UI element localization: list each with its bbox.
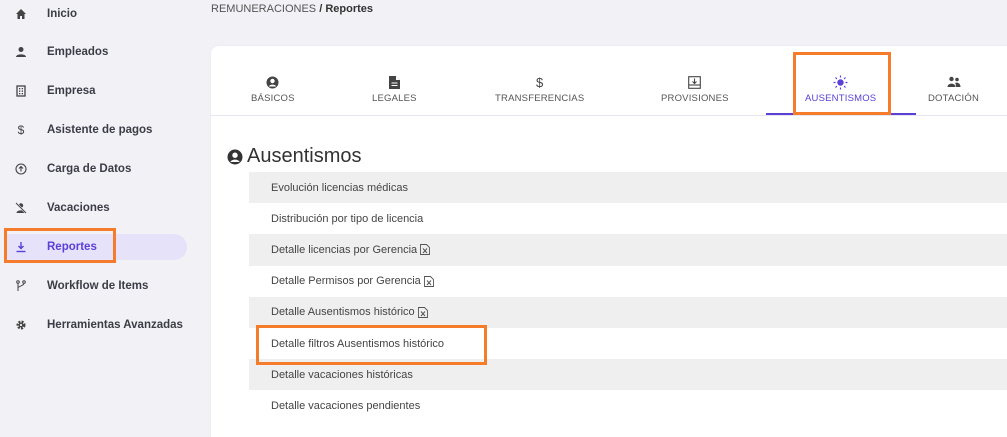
sidebar-item-label: Inicio xyxy=(47,8,78,20)
excel-icon[interactable] xyxy=(420,244,431,256)
report-label: Detalle Ausentismos histórico xyxy=(271,306,415,319)
branch-icon xyxy=(14,279,28,293)
archive-download-icon xyxy=(688,74,702,90)
reports-card: BÁSICOS LEGALES $ TRANSFERENCIAS PROVISI… xyxy=(211,46,1007,437)
home-icon xyxy=(14,7,28,21)
building-icon xyxy=(14,84,28,98)
report-item[interactable]: Evolución licencias médicas xyxy=(249,172,1007,204)
report-list: Evolución licencias médicas Distribución… xyxy=(249,172,1007,422)
tab-label: PROVISIONES xyxy=(661,93,729,104)
breadcrumb-separator: / xyxy=(319,3,323,15)
sidebar-item-label: Reportes xyxy=(47,241,97,253)
sidebar-item-herramientas-avanzadas[interactable]: Herramientas Avanzadas xyxy=(6,312,187,338)
tab-bar: BÁSICOS LEGALES $ TRANSFERENCIAS PROVISI… xyxy=(211,46,1007,116)
user-circle-icon xyxy=(227,149,243,165)
tab-label: BÁSICOS xyxy=(251,93,295,104)
tab-legales[interactable]: LEGALES xyxy=(372,74,417,116)
gear-icon xyxy=(14,318,28,332)
tab-ausentismos[interactable]: AUSENTISMOS xyxy=(805,74,876,116)
sidebar-item-carga-de-datos[interactable]: Carga de Datos xyxy=(6,156,187,182)
dollar-icon: $ xyxy=(17,123,25,137)
report-label: Detalle filtros Ausentismos histórico xyxy=(271,337,445,350)
report-label: Evolución licencias médicas xyxy=(271,181,408,194)
excel-icon[interactable] xyxy=(417,306,428,318)
file-icon xyxy=(388,74,400,90)
upload-circle-icon xyxy=(14,162,28,176)
users-icon xyxy=(947,74,961,90)
report-item[interactable]: Detalle Permisos por Gerencia xyxy=(249,265,1007,297)
sidebar: Inicio Empleados Empresa $ Asistente de … xyxy=(0,0,200,437)
sidebar-item-inicio[interactable]: Inicio xyxy=(6,1,187,27)
sidebar-item-label: Empleados xyxy=(47,46,109,58)
sidebar-item-label: Herramientas Avanzadas xyxy=(47,319,183,331)
tab-label: AUSENTISMOS xyxy=(805,93,877,104)
excel-icon[interactable] xyxy=(423,275,434,287)
sidebar-item-label: Vacaciones xyxy=(47,202,110,214)
report-item[interactable]: Distribución por tipo de licencia xyxy=(249,203,1007,235)
person-icon xyxy=(14,45,28,59)
sidebar-item-label: Asistente de pagos xyxy=(47,124,153,136)
breadcrumb-current: Reportes xyxy=(325,3,373,15)
person-off-icon xyxy=(14,201,28,215)
report-item[interactable]: Detalle filtros Ausentismos histórico xyxy=(249,327,1007,360)
report-item[interactable]: Detalle vacaciones pendientes xyxy=(249,390,1007,422)
sidebar-item-vacaciones[interactable]: Vacaciones xyxy=(6,195,187,221)
tab-transferencias[interactable]: $ TRANSFERENCIAS xyxy=(495,74,584,116)
sidebar-item-empleados[interactable]: Empleados xyxy=(6,39,187,65)
tab-label: DOTACIÓN xyxy=(928,93,980,104)
sidebar-item-asistente-de-pagos[interactable]: $ Asistente de pagos xyxy=(6,117,187,143)
tab-label: TRANSFERENCIAS xyxy=(495,93,585,104)
sidebar-item-label: Carga de Datos xyxy=(47,163,132,175)
report-item[interactable]: Detalle vacaciones históricas xyxy=(249,359,1007,391)
breadcrumb: REMUNERACIONES / Reportes xyxy=(211,3,373,15)
sidebar-item-reportes[interactable]: Reportes xyxy=(6,234,187,260)
sun-icon xyxy=(833,74,848,90)
tab-provisiones[interactable]: PROVISIONES xyxy=(661,74,729,116)
breadcrumb-parent[interactable]: REMUNERACIONES xyxy=(211,3,316,15)
report-label: Distribución por tipo de licencia xyxy=(271,212,424,225)
report-label: Detalle licencias por Gerencia xyxy=(271,243,418,256)
report-label: Detalle Permisos por Gerencia xyxy=(271,275,421,288)
sidebar-item-label: Empresa xyxy=(47,85,96,97)
sidebar-item-label: Workflow de Items xyxy=(47,280,149,292)
tab-basicos[interactable]: BÁSICOS xyxy=(251,74,295,116)
tab-dotacion[interactable]: DOTACIÓN xyxy=(928,74,979,116)
sidebar-item-empresa[interactable]: Empresa xyxy=(6,78,187,104)
report-label: Detalle vacaciones pendientes xyxy=(271,399,421,412)
report-label: Detalle vacaciones históricas xyxy=(271,368,413,381)
download-icon xyxy=(14,240,28,254)
active-tab-indicator xyxy=(766,113,916,115)
dollar-icon: $ xyxy=(535,74,544,90)
report-item[interactable]: Detalle licencias por Gerencia xyxy=(249,234,1007,266)
report-item[interactable]: Detalle Ausentismos histórico xyxy=(249,296,1007,328)
tab-label: LEGALES xyxy=(372,93,417,104)
user-circle-icon xyxy=(266,74,279,90)
sidebar-item-workflow-de-items[interactable]: Workflow de Items xyxy=(6,273,187,299)
section-title-text: Ausentismos xyxy=(247,145,362,167)
section-title: Ausentismos xyxy=(227,145,362,168)
